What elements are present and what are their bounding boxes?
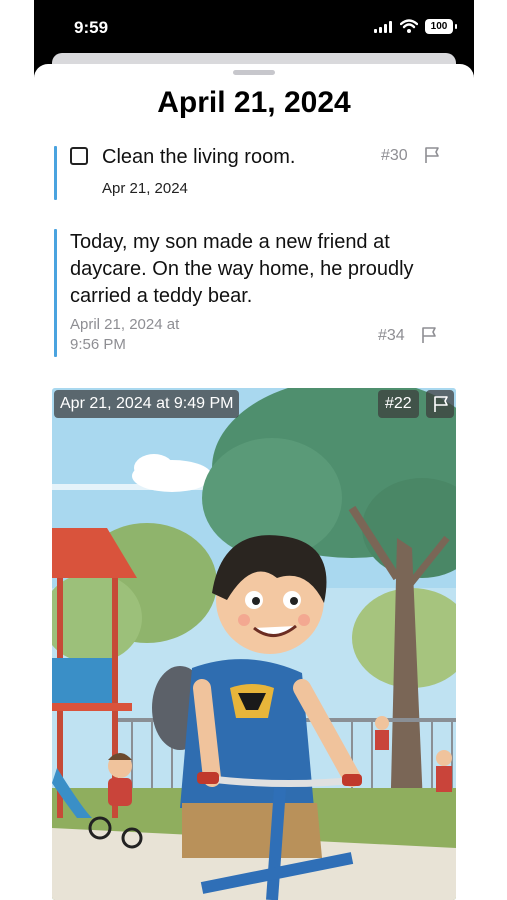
photo-date-badge: Apr 21, 2024 at 9:49 PM (54, 390, 240, 418)
phone-screen: 9:59 100 April 21, 2024 Clean the living… (34, 0, 474, 900)
note-text: Today, my son made a new friend at dayca… (70, 231, 414, 307)
flag-button[interactable] (426, 390, 454, 418)
note-entry[interactable]: Today, my son made a new friend at dayca… (54, 229, 446, 357)
entry-accent-bar (54, 146, 57, 200)
entry-accent-bar (54, 229, 57, 357)
entry-number: #30 (381, 147, 408, 164)
task-title: Clean the living room. (102, 146, 296, 168)
sheet-grabber[interactable] (233, 70, 275, 75)
flag-icon[interactable] (423, 146, 441, 164)
entry-number-badge: #22 (378, 390, 419, 418)
checkbox-icon[interactable] (70, 147, 88, 165)
note-date: April 21, 2024 at 9:56 PM (70, 316, 180, 353)
entry-number: #34 (378, 327, 405, 344)
photo-entry[interactable]: Apr 21, 2024 at 9:49 PM #22 (52, 388, 456, 900)
flag-icon (434, 396, 448, 412)
battery-nub (455, 24, 457, 29)
task-date: Apr 21, 2024 (102, 180, 188, 197)
status-bar: 9:59 100 (34, 0, 474, 56)
task-entry[interactable]: Clean the living room. Apr 21, 2024 #30 (54, 146, 446, 200)
status-time: 9:59 (74, 18, 109, 37)
page-title: April 21, 2024 (157, 86, 351, 119)
battery-icon: 100 (425, 19, 453, 34)
day-sheet[interactable]: April 21, 2024 Clean the living room. Ap… (34, 64, 474, 900)
flag-icon[interactable] (420, 326, 438, 344)
wifi-icon (400, 19, 418, 33)
cartoon-boy-on-bike-image (52, 388, 456, 900)
signal-icon (374, 21, 392, 33)
